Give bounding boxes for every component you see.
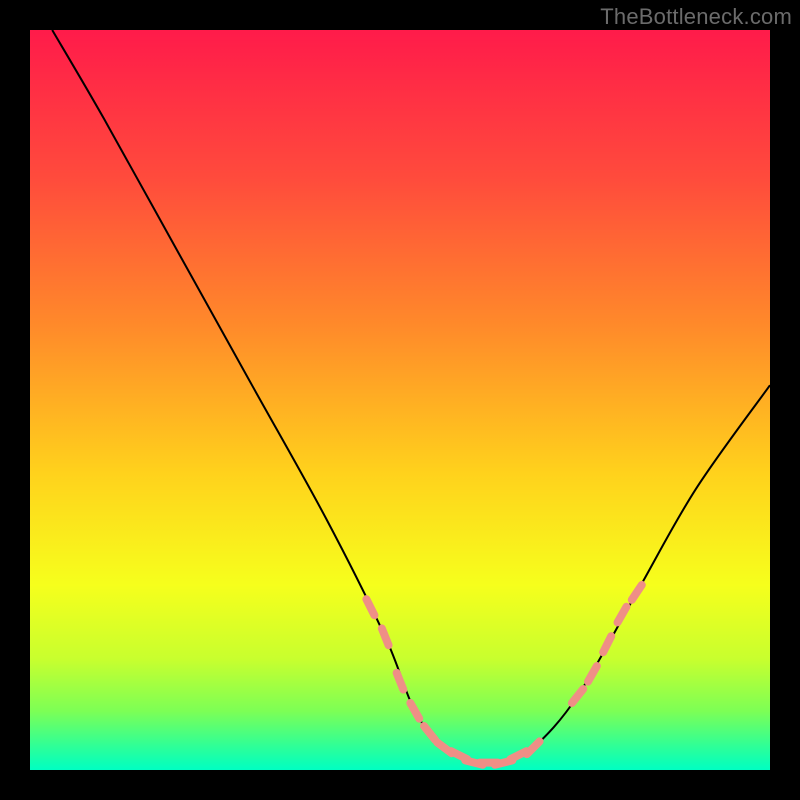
- highlight-dash: [366, 599, 374, 615]
- plot-area: [30, 30, 770, 770]
- highlight-dash: [410, 703, 419, 719]
- highlight-dash: [618, 607, 627, 623]
- bottleneck-curve: [52, 30, 770, 764]
- highlight-dash: [588, 666, 597, 682]
- highlight-dash: [572, 689, 583, 703]
- highlight-dash: [382, 628, 389, 645]
- highlight-dash: [632, 585, 642, 600]
- highlight-dash: [424, 726, 435, 740]
- curve-layer: [30, 30, 770, 770]
- highlight-dash: [527, 741, 540, 754]
- highlight-dashes: [366, 585, 641, 765]
- highlight-dash: [603, 636, 611, 652]
- watermark-text: TheBottleneck.com: [600, 4, 792, 30]
- chart-frame: TheBottleneck.com: [0, 0, 800, 800]
- highlight-dash: [397, 673, 404, 690]
